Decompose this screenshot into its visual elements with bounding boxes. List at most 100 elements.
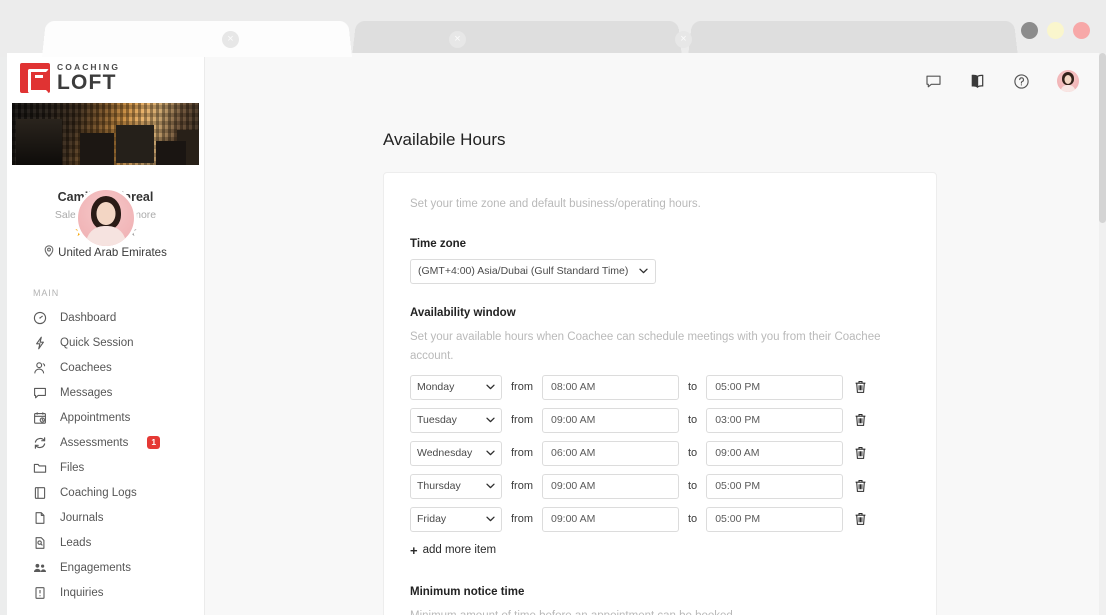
to-time-input[interactable]: 05:00 PM — [706, 375, 843, 400]
sidebar-item-dashboard[interactable]: Dashboard — [7, 305, 204, 330]
to-time-input[interactable]: 05:00 PM — [706, 474, 843, 499]
from-time-input[interactable]: 09:00 AM — [542, 474, 679, 499]
browser-tab-1[interactable] — [42, 21, 352, 57]
minimize-button[interactable] — [1021, 22, 1038, 39]
bolt-icon — [33, 336, 47, 350]
group-icon — [33, 561, 47, 575]
sidebar-item-label: Inquiries — [60, 587, 103, 599]
day-select[interactable]: Thursday — [410, 474, 502, 499]
tab-close-icon-3[interactable]: × — [675, 31, 692, 48]
folder-icon — [33, 461, 47, 475]
sidebar-item-label: Messages — [60, 387, 112, 399]
add-more-item-label: add more item — [423, 544, 497, 556]
top-bar — [205, 53, 1106, 109]
book-icon — [33, 486, 47, 500]
scrollbar-track[interactable] — [1099, 53, 1106, 615]
to-time-input[interactable]: 05:00 PM — [706, 507, 843, 532]
maximize-button[interactable] — [1047, 22, 1064, 39]
to-label: to — [688, 513, 697, 525]
delete-row-icon[interactable] — [854, 479, 867, 493]
day-value: Monday — [417, 381, 454, 393]
chat-icon[interactable] — [925, 73, 942, 90]
from-time-input[interactable]: 06:00 AM — [542, 441, 679, 466]
avatar-face — [1065, 75, 1072, 84]
chat-icon — [33, 386, 47, 400]
day-value: Friday — [417, 513, 446, 525]
day-select[interactable]: Wednesday — [410, 441, 502, 466]
close-button[interactable] — [1073, 22, 1090, 39]
app-window: COACHING LOFT Camilla Villareal Sales Co… — [7, 53, 1106, 615]
day-select[interactable]: Monday — [410, 375, 502, 400]
sidebar-item-coachees[interactable]: Coachees — [7, 355, 204, 380]
delete-row-icon[interactable] — [854, 446, 867, 460]
sidebar-item-messages[interactable]: Messages — [7, 380, 204, 405]
tab-close-icon-1[interactable]: × — [222, 31, 239, 48]
sidebar-item-label: Dashboard — [60, 312, 116, 324]
chevron-down-icon — [639, 266, 648, 276]
from-label: from — [511, 381, 533, 393]
sidebar-item-quick-session[interactable]: Quick Session — [7, 330, 204, 355]
page-title: Availabile Hours — [383, 130, 1106, 150]
from-time-input[interactable]: 09:00 AM — [542, 507, 679, 532]
sidebar-item-appointments[interactable]: Appointments — [7, 405, 204, 430]
help-icon[interactable] — [1013, 73, 1030, 90]
from-label: from — [511, 513, 533, 525]
refresh-icon — [33, 436, 47, 450]
sidebar-item-inquiries[interactable]: Inquiries — [7, 580, 204, 605]
availability-row: Friday from 09:00 AM to 05:00 PM — [410, 507, 910, 532]
logo-loft-text: LOFT — [57, 73, 120, 93]
sidebar-item-files[interactable]: Files — [7, 455, 204, 480]
to-label: to — [688, 447, 697, 459]
availability-card: Set your time zone and default business/… — [383, 172, 937, 615]
minimum-notice-description: Minimum amount of time before an appoint… — [410, 607, 910, 615]
chevron-down-icon — [486, 480, 495, 492]
app-logo[interactable]: COACHING LOFT — [7, 53, 204, 103]
availability-row: Wednesday from 06:00 AM to 09:00 AM — [410, 441, 910, 466]
profile-location-text: United Arab Emirates — [58, 247, 167, 259]
from-label: from — [511, 480, 533, 492]
timezone-select[interactable]: (GMT+4:00) Asia/Dubai (Gulf Standard Tim… — [410, 259, 656, 284]
scrollbar-thumb[interactable] — [1099, 53, 1106, 223]
profile-avatar[interactable] — [75, 187, 137, 249]
delete-row-icon[interactable] — [854, 413, 867, 427]
minimum-notice-section: Minimum notice time Minimum amount of ti… — [410, 586, 910, 615]
add-more-item-button[interactable]: + add more item — [410, 543, 910, 558]
sidebar-item-label: Engagements — [60, 562, 131, 574]
user-avatar[interactable] — [1057, 70, 1079, 92]
sidebar-item-label: Coachees — [60, 362, 112, 374]
day-value: Tuesday — [417, 414, 457, 426]
logo-mark-icon — [20, 63, 50, 93]
sidebar-item-label: Assessments — [60, 437, 128, 449]
from-time-input[interactable]: 09:00 AM — [542, 408, 679, 433]
to-label: to — [688, 381, 697, 393]
delete-row-icon[interactable] — [854, 512, 867, 526]
sidebar-item-assessments[interactable]: Assessments 1 — [7, 430, 204, 455]
day-select[interactable]: Tuesday — [410, 408, 502, 433]
screen-root: × × × COACHING LOFT — [0, 0, 1106, 615]
from-time-input[interactable]: 08:00 AM — [542, 375, 679, 400]
availability-window-label: Availability window — [410, 307, 910, 319]
to-time-input[interactable]: 09:00 AM — [706, 441, 843, 466]
day-value: Wednesday — [417, 447, 472, 459]
browser-tab-2[interactable] — [352, 21, 682, 57]
browser-tab-3[interactable] — [688, 21, 1018, 57]
assessments-badge: 1 — [147, 436, 160, 449]
to-label: to — [688, 414, 697, 426]
delete-row-icon[interactable] — [854, 380, 867, 394]
sidebar-item-label: Coaching Logs — [60, 487, 137, 499]
sidebar-item-engagements[interactable]: Engagements — [7, 555, 204, 580]
main-content: Availabile Hours Set your time zone and … — [205, 53, 1106, 615]
to-time-input[interactable]: 03:00 PM — [706, 408, 843, 433]
page-icon — [33, 511, 47, 525]
sidebar-item-journals[interactable]: Journals — [7, 505, 204, 530]
browser-chrome: × × × — [0, 0, 1106, 57]
card-intro-text: Set your time zone and default business/… — [410, 195, 910, 215]
tab-close-icon-2[interactable]: × — [449, 31, 466, 48]
book-open-icon[interactable] — [969, 73, 986, 90]
tab-strip: × × × — [0, 20, 1106, 57]
chevron-down-icon — [486, 381, 495, 393]
sidebar-item-coaching-logs[interactable]: Coaching Logs — [7, 480, 204, 505]
calendar-clock-icon — [33, 411, 47, 425]
day-select[interactable]: Friday — [410, 507, 502, 532]
sidebar-item-leads[interactable]: Leads — [7, 530, 204, 555]
